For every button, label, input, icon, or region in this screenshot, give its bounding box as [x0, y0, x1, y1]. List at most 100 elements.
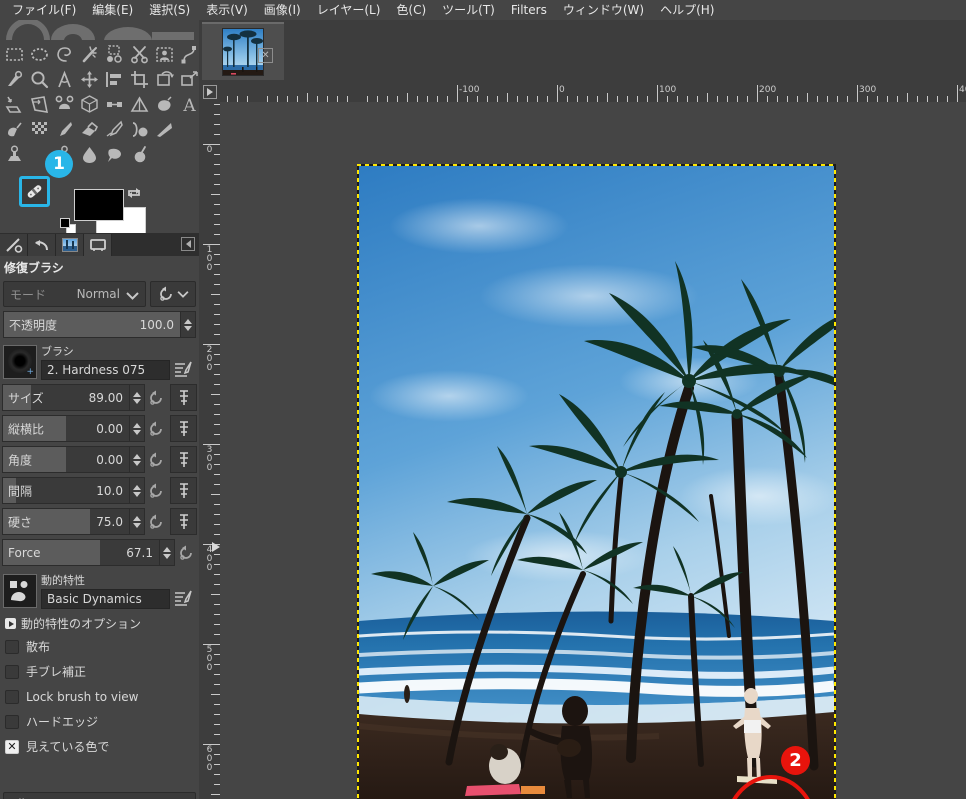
- size-slider[interactable]: サイズ 89.00: [2, 384, 130, 411]
- hardness-stepper[interactable]: [130, 508, 145, 535]
- checkbox-lock-brush-to-view[interactable]: Lock brush to view: [0, 684, 199, 709]
- opacity-stepper[interactable]: [181, 311, 196, 338]
- force-reset-icon[interactable]: [175, 539, 197, 566]
- foreground-color-swatch[interactable]: [74, 189, 124, 221]
- menu-edit[interactable]: 編集(E): [84, 1, 141, 19]
- horizontal-ruler[interactable]: -100 0 100 200 300 400: [220, 81, 966, 102]
- mode-reset-dropdown[interactable]: [150, 281, 196, 307]
- menu-select[interactable]: 選択(S): [141, 1, 198, 19]
- spacing-stepper[interactable]: [130, 477, 145, 504]
- paintbrush-icon[interactable]: [52, 117, 77, 142]
- foreground-select-icon[interactable]: [152, 42, 177, 67]
- brush-preview-icon[interactable]: +: [3, 345, 37, 379]
- rect-select-icon[interactable]: [2, 42, 27, 67]
- menu-file[interactable]: ファイル(F): [4, 1, 84, 19]
- menu-image[interactable]: 画像(I): [256, 1, 309, 19]
- free-select-icon[interactable]: [52, 42, 77, 67]
- checkbox-smooth-stroke[interactable]: 手ブレ補正: [0, 659, 199, 684]
- aspect-ratio-stepper[interactable]: [130, 415, 145, 442]
- aspect-ratio-reset-icon[interactable]: [145, 415, 167, 442]
- aspect-ratio-slider[interactable]: 縦横比 0.00: [2, 415, 130, 442]
- clone-icon[interactable]: [2, 142, 27, 167]
- healing-tool-selected-highlight[interactable]: [19, 176, 50, 207]
- mode-dropdown[interactable]: モード Normal: [3, 281, 146, 307]
- hardness-reset-icon[interactable]: [145, 508, 167, 535]
- force-slider[interactable]: Force 67.1: [2, 539, 160, 566]
- aspect-ratio-dynamics-toggle[interactable]: [170, 415, 197, 442]
- swap-colors-icon[interactable]: [126, 185, 142, 201]
- checkbox-scatter[interactable]: 散布: [0, 634, 199, 659]
- angle-slider[interactable]: 角度 0.00: [2, 446, 130, 473]
- vertical-ruler[interactable]: 0 100 200 300 400 500 600: [199, 102, 220, 799]
- tab-device-status[interactable]: [0, 234, 28, 256]
- perspective-icon[interactable]: [27, 92, 52, 117]
- image-canvas[interactable]: [357, 164, 836, 799]
- fuzzy-select-icon[interactable]: [77, 42, 102, 67]
- checkbox-sample-merged-box[interactable]: [5, 739, 19, 754]
- opacity-slider[interactable]: 不透明度 100.0: [3, 311, 181, 338]
- select-by-color-icon[interactable]: [102, 42, 127, 67]
- alignment-dropdown[interactable]: Alignment なし: [3, 792, 196, 799]
- handle-transform-icon[interactable]: [102, 92, 127, 117]
- ink-icon[interactable]: [127, 117, 152, 142]
- menu-layer[interactable]: レイヤー(L): [309, 1, 389, 19]
- shear-icon[interactable]: [2, 92, 27, 117]
- smudge-icon[interactable]: [102, 142, 127, 167]
- rotate-icon[interactable]: [152, 67, 177, 92]
- pencil-icon[interactable]: [27, 117, 52, 142]
- hardness-slider[interactable]: 硬さ 75.0: [2, 508, 130, 535]
- tab-tool-options[interactable]: [84, 234, 112, 256]
- angle-dynamics-toggle[interactable]: [170, 446, 197, 473]
- blur-sharpen-icon[interactable]: [77, 142, 102, 167]
- dynamics-options-expander[interactable]: 動的特性のオプション: [0, 609, 199, 634]
- color-picker-icon[interactable]: [2, 67, 27, 92]
- ellipse-select-icon[interactable]: [27, 42, 52, 67]
- eraser-icon[interactable]: [77, 117, 102, 142]
- move-icon[interactable]: [77, 67, 102, 92]
- edit-brush-icon[interactable]: [170, 360, 196, 380]
- menu-help[interactable]: ヘルプ(H): [652, 1, 722, 19]
- mypaint-brush-icon[interactable]: [152, 117, 177, 142]
- spacing-reset-icon[interactable]: [145, 477, 167, 504]
- image-menu-icon[interactable]: [199, 81, 220, 102]
- angle-stepper[interactable]: [130, 446, 145, 473]
- canvas-area[interactable]: 2: [220, 102, 966, 799]
- hardness-dynamics-toggle[interactable]: [170, 508, 197, 535]
- transform-3d-icon[interactable]: [52, 92, 77, 117]
- crop-icon[interactable]: [127, 67, 152, 92]
- measure-icon[interactable]: [52, 67, 77, 92]
- menu-colors[interactable]: 色(C): [388, 1, 434, 19]
- unified-transform-icon[interactable]: [77, 92, 102, 117]
- edit-dynamics-icon[interactable]: [170, 589, 196, 609]
- dynamics-value[interactable]: Basic Dynamics: [41, 589, 170, 609]
- size-reset-icon[interactable]: [145, 384, 167, 411]
- checkbox-lock-brush-to-view-box[interactable]: [5, 689, 19, 704]
- image-tab[interactable]: ✕: [202, 22, 284, 80]
- healing-icon[interactable]: [22, 179, 47, 204]
- checkbox-sample-merged[interactable]: 見えている色で: [0, 734, 199, 759]
- angle-reset-icon[interactable]: [145, 446, 167, 473]
- menu-view[interactable]: 表示(V): [198, 1, 256, 19]
- bucket-fill-icon[interactable]: [152, 92, 177, 117]
- spacing-slider[interactable]: 間隔 10.0: [2, 477, 130, 504]
- zoom-icon[interactable]: [27, 67, 52, 92]
- menu-filters[interactable]: Filters: [503, 1, 555, 19]
- gradient-icon[interactable]: [2, 117, 27, 142]
- checkbox-smooth-stroke-box[interactable]: [5, 664, 19, 679]
- collapse-left-icon[interactable]: [181, 237, 195, 251]
- spacing-dynamics-toggle[interactable]: [170, 477, 197, 504]
- checkbox-scatter-box[interactable]: [5, 639, 19, 654]
- dodge-burn-icon[interactable]: [127, 142, 152, 167]
- tab-undo-history[interactable]: [28, 234, 56, 256]
- airbrush-icon[interactable]: [102, 117, 127, 142]
- flip-icon[interactable]: [127, 92, 152, 117]
- tab-images[interactable]: [56, 234, 84, 256]
- checkbox-hard-edge[interactable]: ハードエッジ: [0, 709, 199, 734]
- align-icon[interactable]: [102, 67, 127, 92]
- menu-tools[interactable]: ツール(T): [434, 1, 503, 19]
- checkbox-hard-edge-box[interactable]: [5, 714, 19, 729]
- menu-windows[interactable]: ウィンドウ(W): [555, 1, 652, 19]
- dynamics-preview-icon[interactable]: [3, 574, 37, 608]
- scissors-select-icon[interactable]: [127, 42, 152, 67]
- size-stepper[interactable]: [130, 384, 145, 411]
